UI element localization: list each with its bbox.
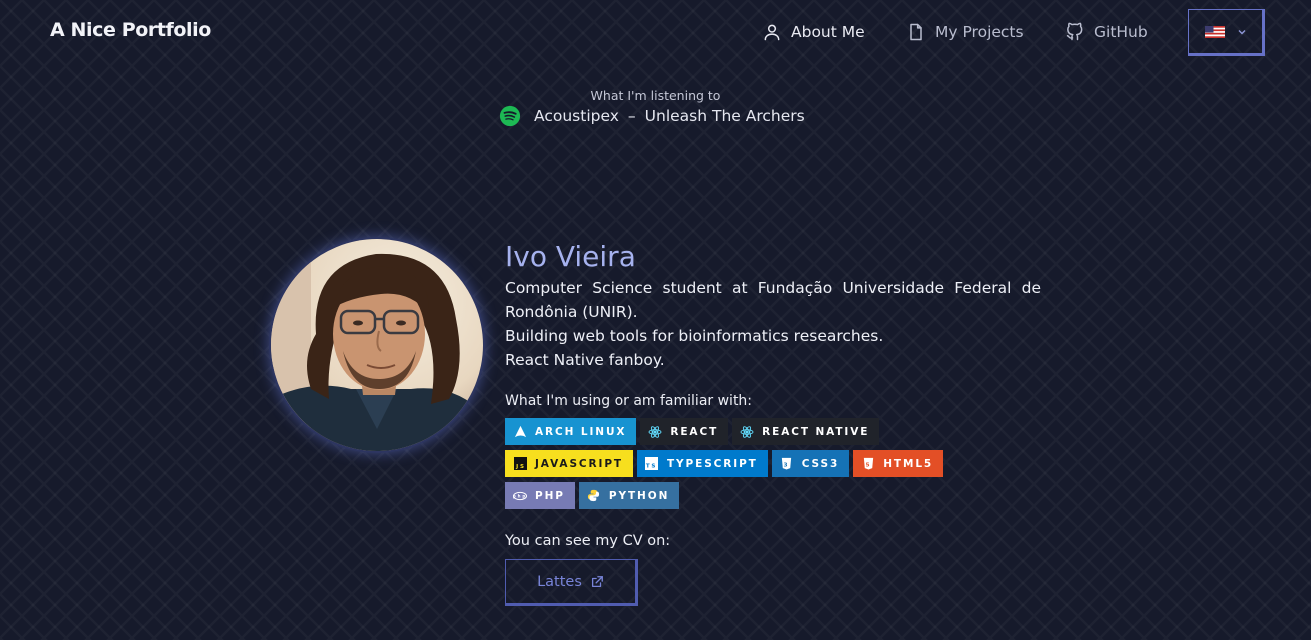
javascript-icon: JS [513,457,527,471]
html5-icon: 5 [861,457,875,471]
github-icon [1066,22,1083,41]
user-icon [764,24,780,41]
file-icon [910,23,922,41]
skill-badge-css3: 3 CSS3 [771,450,850,477]
cv-title: You can see my CV on: [505,533,671,549]
skill-badge-arch-linux: ARCH LINUX [505,418,637,445]
skill-badge-label: ARCH LINUX [535,425,627,438]
arch-icon [513,425,527,439]
css3-icon: 3 [780,457,794,471]
language-selector[interactable] [1188,9,1265,56]
svg-text:5: 5 [865,462,871,468]
chevron-down-icon [1238,29,1245,34]
skill-badge-label: PYTHON [608,489,670,502]
typescript-icon: TS [645,457,659,471]
skills-badges: ARCH LINUX REACT REACT NATIVE JS JAVASCRIPT T… [505,418,1005,509]
skills-title: What I'm using or am familiar with: [505,393,753,409]
react-icon [740,425,754,439]
skill-badge-react-native: REACT NATIVE [732,418,880,445]
svg-text:JS: JS [515,464,526,470]
skill-badge-typescript: TS TYPESCRIPT [636,450,768,477]
artist-name: Acoustipex [534,107,619,125]
brand-title[interactable]: A Nice Portfolio [50,19,211,41]
skill-badge-label: HTML5 [883,457,934,470]
skill-badge-python: PYTHON [578,482,680,509]
skill-badge-javascript: JS JAVASCRIPT [505,450,633,477]
profile-section: Ivo Vieira Computer Science student at F… [505,240,1041,606]
nav-about-me-label: About Me [791,23,865,41]
svg-text:TS: TS [646,464,657,470]
now-playing-track: Acoustipex – Unleash The Archers [499,105,805,127]
avatar [271,239,483,451]
nav-my-projects-label: My Projects [935,23,1024,41]
python-icon [587,489,601,503]
skill-badge-react: REACT [640,418,729,445]
react-icon [648,425,662,439]
avatar-photo [271,239,483,451]
flag-us-icon [1204,25,1225,38]
svg-text:php: php [513,493,527,498]
nav-github-label: GitHub [1094,23,1148,41]
nav-github[interactable]: GitHub [1065,19,1148,45]
lattes-button[interactable]: Lattes [505,559,638,606]
bio-line: Computer Science student at Fundação Uni… [505,279,1041,321]
nav-my-projects[interactable]: My Projects [906,19,1024,45]
skill-badge-html5: 5 HTML5 [853,450,944,477]
spotify-icon [499,105,521,127]
svg-text:3: 3 [784,462,790,468]
bio-line: Building web tools for bioinformatics re… [505,327,884,345]
track-separator: – [627,107,636,125]
navbar: A Nice Portfolio About Me My Projects Gi… [0,0,1311,64]
bio-line: React Native fanboy. [505,351,665,369]
skill-badge-label: TYPESCRIPT [666,457,758,470]
skill-badge-label: CSS3 [801,457,840,470]
skill-badge-label: REACT [670,425,719,438]
external-link-icon [591,575,603,587]
profile-bio: Computer Science student at Fundação Uni… [505,276,1041,372]
skill-badge-label: PHP [535,489,565,502]
nav-about-me[interactable]: About Me [762,19,865,45]
lattes-label: Lattes [537,573,582,590]
skill-badge-php: php PHP [505,482,575,509]
now-playing: What I'm listening to Acoustipex – Unleash… [0,88,1311,127]
skill-badge-label: REACT NATIVE [762,425,870,438]
track-name: Unleash The Archers [644,107,805,125]
now-playing-label: What I'm listening to [590,88,721,103]
profile-name: Ivo Vieira [505,240,636,273]
php-icon: php [513,489,527,503]
skill-badge-label: JAVASCRIPT [535,457,623,470]
